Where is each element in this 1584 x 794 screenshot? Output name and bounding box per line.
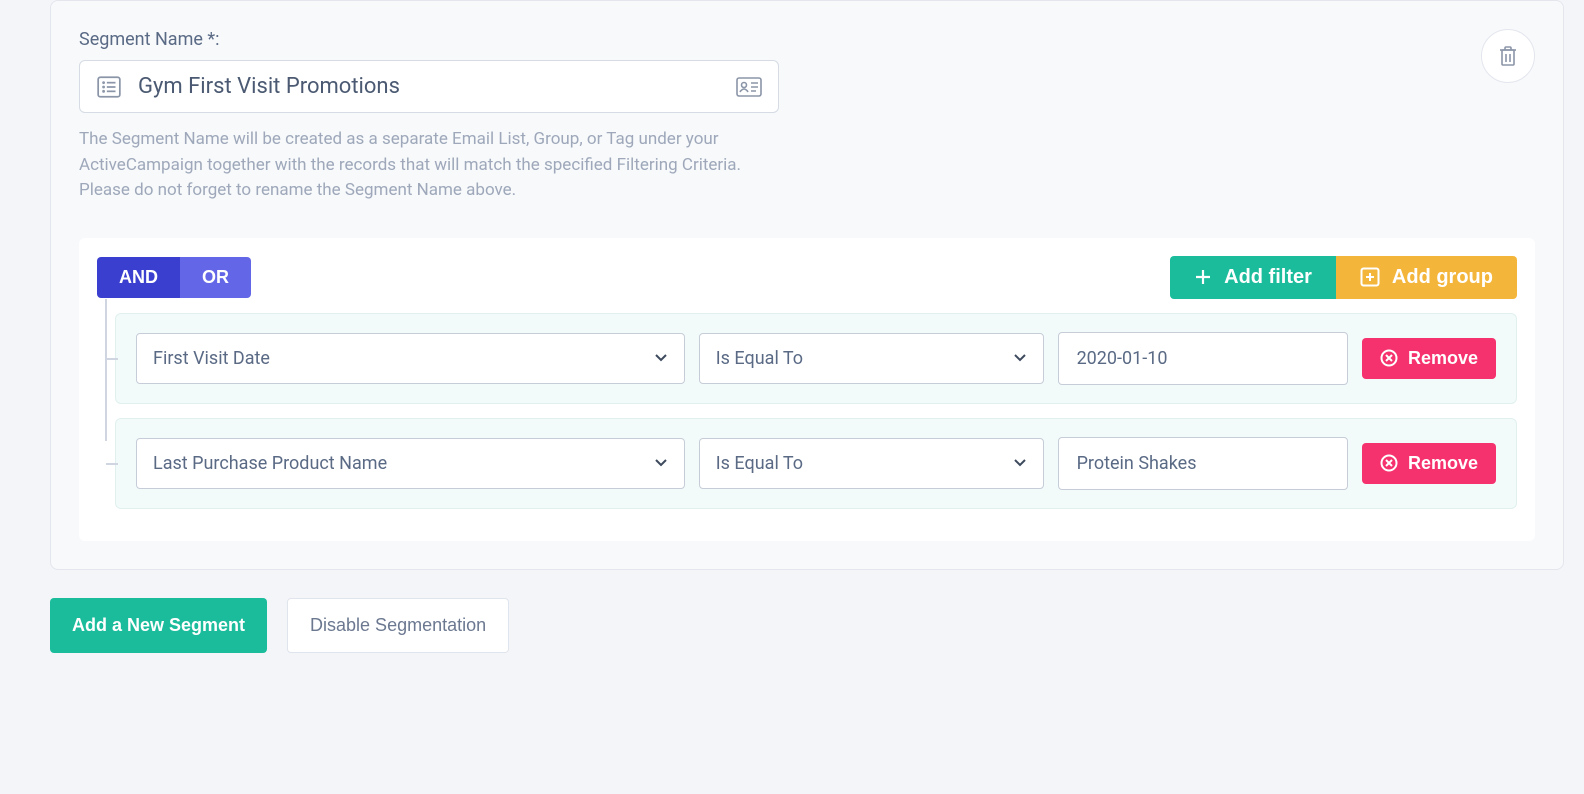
- add-filter-button[interactable]: Add filter: [1170, 256, 1336, 299]
- logic-or-button[interactable]: OR: [180, 257, 251, 298]
- contact-card-icon: [736, 77, 762, 97]
- segment-card: Segment Name *: The Segment Name will be…: [50, 0, 1564, 570]
- remove-filter-button[interactable]: Remove: [1362, 443, 1496, 484]
- segment-name-label: Segment Name *:: [79, 29, 1535, 50]
- filter-rows: First Visit Date Is Equal To Remove: [97, 313, 1517, 509]
- filter-value-input-wrap[interactable]: [1058, 332, 1348, 385]
- filter-field-select[interactable]: Last Purchase Product Name: [136, 438, 685, 489]
- add-filter-label: Add filter: [1224, 266, 1312, 289]
- list-icon: [96, 74, 122, 100]
- filter-row: Last Purchase Product Name Is Equal To R…: [115, 418, 1517, 509]
- add-group-label: Add group: [1392, 266, 1493, 289]
- filter-header: AND OR Add filter Add group: [97, 256, 1517, 299]
- plus-icon: [1194, 268, 1212, 286]
- filter-actions: Add filter Add group: [1170, 256, 1517, 299]
- trash-icon: [1498, 45, 1518, 67]
- logic-toggle: AND OR: [97, 257, 251, 298]
- remove-label: Remove: [1408, 453, 1478, 474]
- filter-value-input[interactable]: [1075, 347, 1331, 370]
- chevron-down-icon: [1013, 353, 1027, 363]
- bottom-actions: Add a New Segment Disable Segmentation: [50, 598, 1564, 653]
- segment-name-input-wrap[interactable]: [79, 60, 779, 113]
- add-group-button[interactable]: Add group: [1336, 256, 1517, 299]
- filter-field-value: Last Purchase Product Name: [153, 453, 387, 474]
- filter-operator-value: Is Equal To: [716, 348, 803, 369]
- logic-and-button[interactable]: AND: [97, 257, 180, 298]
- disable-segmentation-button[interactable]: Disable Segmentation: [287, 598, 509, 653]
- filter-operator-select[interactable]: Is Equal To: [699, 333, 1044, 384]
- tree-branch: [106, 358, 118, 360]
- remove-label: Remove: [1408, 348, 1478, 369]
- segment-name-input[interactable]: [136, 73, 736, 100]
- filter-field-select[interactable]: First Visit Date: [136, 333, 685, 384]
- filter-operator-value: Is Equal To: [716, 453, 803, 474]
- chevron-down-icon: [1013, 458, 1027, 468]
- tree-branch: [106, 463, 118, 465]
- filter-operator-select[interactable]: Is Equal To: [699, 438, 1044, 489]
- filter-value-input[interactable]: [1075, 452, 1331, 475]
- chevron-down-icon: [654, 458, 668, 468]
- chevron-down-icon: [654, 353, 668, 363]
- filter-value-input-wrap[interactable]: [1058, 437, 1348, 490]
- plus-box-icon: [1360, 267, 1380, 287]
- filter-field-value: First Visit Date: [153, 348, 270, 369]
- filter-row: First Visit Date Is Equal To Remove: [115, 313, 1517, 404]
- remove-circle-icon: [1380, 454, 1398, 472]
- remove-circle-icon: [1380, 349, 1398, 367]
- tree-line: [105, 299, 107, 441]
- delete-segment-button[interactable]: [1481, 29, 1535, 83]
- filter-panel: AND OR Add filter Add group: [79, 238, 1535, 541]
- segment-help-text: The Segment Name will be created as a se…: [79, 127, 779, 204]
- remove-filter-button[interactable]: Remove: [1362, 338, 1496, 379]
- add-segment-button[interactable]: Add a New Segment: [50, 598, 267, 653]
